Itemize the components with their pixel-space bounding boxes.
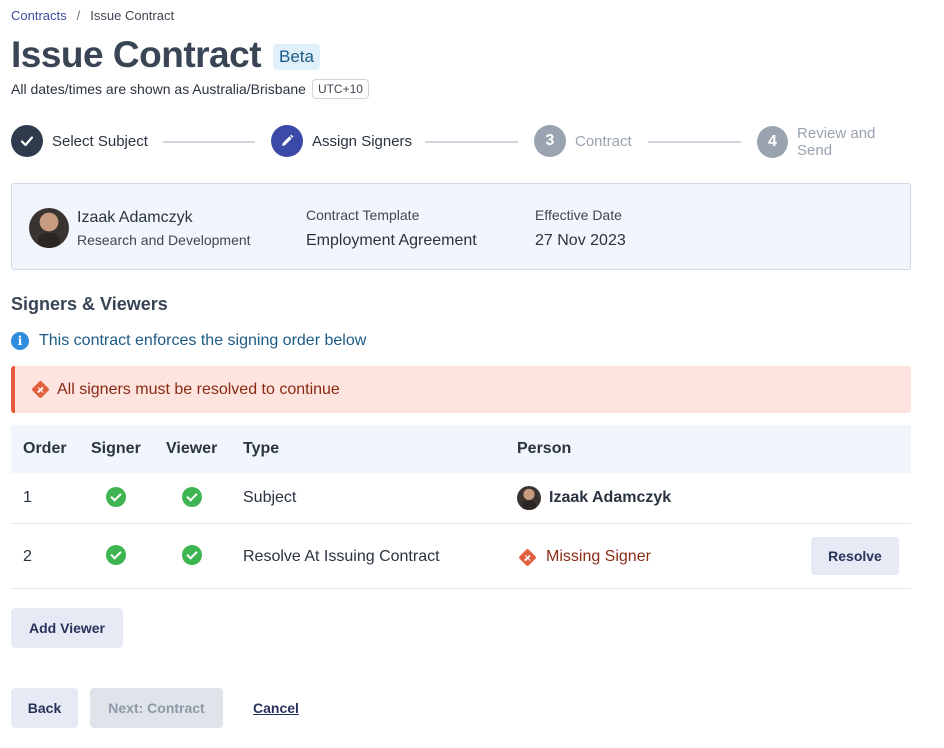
avatar [517, 486, 541, 510]
timezone-row: All dates/times are shown as Australia/B… [11, 79, 369, 99]
column-header-order: Order [23, 440, 67, 457]
column-header-viewer: Viewer [166, 440, 218, 457]
row-order: 2 [23, 548, 32, 565]
template-label: Contract Template [306, 207, 420, 223]
step-contract[interactable]: 3 Contract [534, 125, 632, 157]
timezone-text: All dates/times are shown as Australia/B… [11, 81, 306, 97]
column-header-type: Type [243, 440, 280, 457]
step-label: Assign Signers [312, 132, 413, 150]
error-alert: All signers must be resolved to continue [11, 366, 911, 413]
effective-date-label: Effective Date [535, 207, 622, 223]
step-review-and-send[interactable]: 4 Review and Send [757, 125, 911, 159]
breadcrumb: Contracts / Issue Contract [11, 8, 174, 23]
signers-section-title: Signers & Viewers [11, 294, 168, 314]
column-header-person: Person [517, 440, 572, 457]
step-assign-signers[interactable]: Assign Signers [271, 125, 412, 157]
step-label: Review and Send [797, 125, 876, 159]
step-connector [425, 141, 518, 143]
table-row: 2 Resolve At Issuing Contract Missing Si… [11, 524, 911, 589]
avatar [29, 208, 69, 248]
add-viewer-button[interactable]: Add Viewer [11, 608, 123, 648]
row-order: 1 [23, 489, 32, 506]
error-icon [31, 380, 50, 399]
beta-badge: Beta [273, 44, 320, 70]
step-connector [163, 141, 255, 143]
viewer-check-icon [182, 487, 202, 507]
table-row: 1 Subject Izaak Adamczyk [11, 473, 911, 524]
step-label: Contract [575, 132, 632, 150]
timezone-badge: UTC+10 [311, 79, 369, 99]
title-row: Issue Contract Beta [11, 34, 320, 76]
warning-icon [518, 547, 537, 567]
info-icon: i [11, 332, 29, 350]
signing-order-info: i This contract enforces the signing ord… [11, 332, 366, 350]
table-header: Order Signer Viewer Type Person [11, 425, 911, 473]
contract-summary-card: Izaak Adamczyk Research and Development … [11, 183, 911, 270]
cancel-button[interactable]: Cancel [240, 688, 312, 728]
step-label: Select Subject [52, 132, 148, 150]
alert-text: All signers must be resolved to continue [57, 380, 340, 398]
breadcrumb-current: Issue Contract [90, 8, 175, 23]
step-select-subject[interactable]: Select Subject [11, 125, 148, 157]
subject-department: Research and Development [77, 232, 251, 248]
info-text: This contract enforces the signing order… [39, 332, 367, 349]
resolve-button[interactable]: Resolve [811, 537, 899, 575]
missing-signer: Missing Signer [518, 547, 651, 567]
effective-date-value: 27 Nov 2023 [535, 232, 626, 249]
subject-name: Izaak Adamczyk [77, 209, 193, 226]
check-icon [11, 125, 43, 157]
template-value: Employment Agreement [306, 232, 477, 249]
row-person: Izaak Adamczyk [549, 489, 672, 506]
row-type: Subject [243, 489, 297, 506]
page-title: Issue Contract [11, 34, 262, 75]
next-contract-button: Next: Contract [90, 688, 223, 728]
breadcrumb-separator: / [76, 8, 81, 23]
signer-check-icon [106, 545, 126, 565]
signers-table: Order Signer Viewer Type Person 1 Subjec… [11, 425, 911, 589]
signer-check-icon [106, 487, 126, 507]
row-type: Resolve At Issuing Contract [243, 548, 440, 565]
pencil-icon [271, 125, 303, 157]
column-header-signer: Signer [91, 440, 141, 457]
step-connector [648, 141, 741, 143]
viewer-check-icon [182, 545, 202, 565]
stepper: Select Subject Assign Signers 3 Contract… [11, 125, 911, 159]
missing-signer-text: Missing Signer [546, 548, 651, 565]
step-number: 3 [534, 125, 566, 157]
back-button[interactable]: Back [11, 688, 78, 728]
breadcrumb-contracts-link[interactable]: Contracts [11, 8, 67, 23]
step-number: 4 [757, 126, 789, 158]
